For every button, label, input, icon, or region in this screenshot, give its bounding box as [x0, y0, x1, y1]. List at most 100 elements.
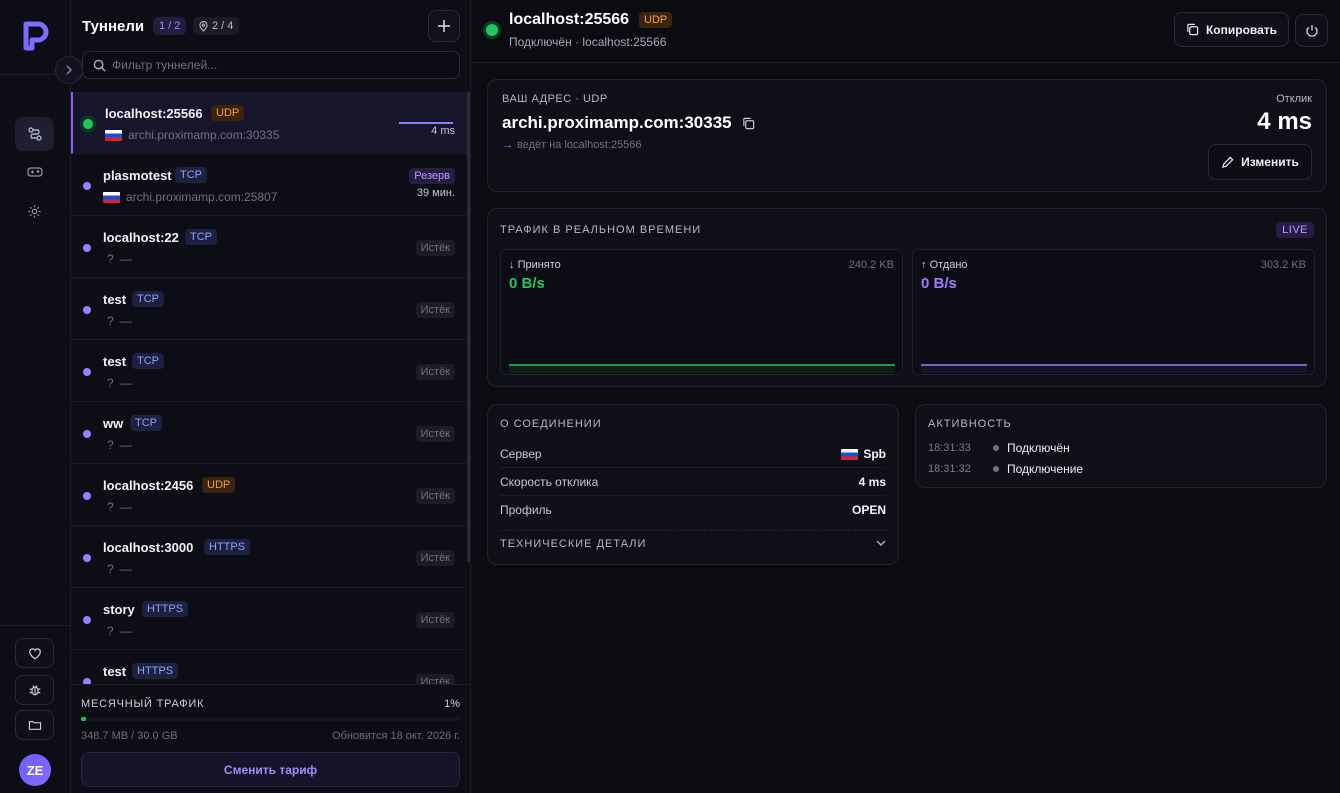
- address-placeholder: —: [119, 314, 132, 328]
- tunnel-row[interactable]: test TCP ? — Истёк: [71, 340, 467, 402]
- address-placeholder: —: [119, 562, 132, 576]
- change-plan-button[interactable]: Сменить тариф: [81, 752, 460, 787]
- tunnel-row[interactable]: ww TCP ? — Истёк: [71, 402, 467, 464]
- expired-badge: Истёк: [415, 426, 455, 442]
- tunnel-row[interactable]: story HTTPS ? — Истёк: [71, 588, 467, 650]
- nav-settings-button[interactable]: [15, 194, 54, 228]
- received-label-text: Принято: [517, 259, 561, 271]
- traffic-used: 348.7 MB / 30.0 GB: [81, 730, 178, 742]
- tunnel-row[interactable]: test TCP ? — Истёк: [71, 278, 467, 340]
- tunnel-list-panel: Туннели 1 / 2 2 / 4 localhost:25566 UDP …: [71, 0, 471, 793]
- tunnel-address: ? —: [103, 624, 132, 638]
- tunnel-search[interactable]: [82, 51, 460, 79]
- russia-flag-icon: [105, 129, 122, 141]
- server-value: Spb: [863, 447, 886, 461]
- expired-badge: Истёк: [415, 302, 455, 318]
- chevron-right-icon: [66, 65, 72, 75]
- event-dot: [993, 466, 999, 472]
- detail-subtitle: Подключён · localhost:25566: [509, 35, 667, 49]
- tunnel-search-input[interactable]: [112, 58, 442, 72]
- detail-title: localhost:25566: [509, 11, 630, 28]
- tunnel-detail: localhost:25566 UDP Подключён · localhos…: [471, 0, 1340, 793]
- report-bug-button[interactable]: [15, 675, 54, 705]
- tunnel-rows: localhost:25566 UDP archi.proximamp.com:…: [71, 92, 470, 684]
- tunnel-row[interactable]: localhost:3000 HTTPS ? — Истёк: [71, 526, 467, 588]
- unknown-location: ?: [107, 438, 114, 452]
- arrow-right-icon: →: [502, 139, 513, 151]
- russia-flag-icon: [841, 448, 859, 460]
- received-graph: ↓ Принято 240.2 KB 0 B/s: [500, 249, 903, 375]
- arrow-up-icon: ↑: [921, 259, 930, 271]
- sent-label: ↑ Отдано: [921, 259, 968, 271]
- favorites-button[interactable]: [15, 638, 54, 668]
- copy-icon[interactable]: [742, 117, 755, 130]
- protocol-badge: HTTPS: [132, 663, 179, 679]
- protocol-badge: TCP: [130, 415, 162, 431]
- monthly-traffic: МЕСЯЧНЫЙ ТРАФИК 1% 348.7 MB / 30.0 GB Об…: [71, 684, 470, 793]
- tunnel-row[interactable]: plasmotest TCP archi.proximamp.com:25807…: [71, 154, 467, 216]
- divider: [500, 530, 886, 531]
- live-badge: LIVE: [1276, 222, 1314, 238]
- connection-card: О СОЕДИНЕНИИ Сервер Spb Скорость отклика…: [487, 404, 899, 565]
- open-folder-button[interactable]: [15, 710, 54, 740]
- copy-label: Копировать: [1205, 22, 1278, 37]
- folder-icon: [28, 721, 41, 730]
- unknown-location: ?: [107, 624, 114, 638]
- row-key: Профиль: [500, 503, 552, 517]
- public-address-text[interactable]: archi.proximamp.com:30335: [502, 113, 732, 133]
- row-key: Сервер: [500, 447, 542, 461]
- status-dot: [83, 306, 91, 314]
- arrow-down-icon: ↓: [509, 259, 518, 271]
- nav-tunnels-button[interactable]: [15, 117, 54, 151]
- received-sparkline: [509, 364, 895, 373]
- protocol-badge: TCP: [132, 353, 164, 369]
- row-value: Spb: [841, 447, 886, 461]
- tunnel-name: test: [103, 354, 127, 369]
- tunnel-address: ? —: [103, 376, 132, 390]
- tunnel-row[interactable]: test HTTPS Истёк: [71, 650, 467, 684]
- power-icon: [1305, 24, 1318, 37]
- chevron-down-icon[interactable]: [876, 539, 886, 547]
- location-pin-icon: [199, 20, 208, 32]
- gamepad-icon: [26, 167, 43, 177]
- activity-label: АКТИВНОСТЬ: [928, 418, 1012, 430]
- forward-info: → ведёт на localhost:25566: [502, 139, 642, 151]
- sent-graph: ↑ Отдано 303.2 KB 0 B/s: [912, 249, 1315, 375]
- tunnel-name: localhost:3000: [103, 540, 194, 555]
- status-dot: [83, 430, 91, 438]
- tunnel-row[interactable]: localhost:22 TCP ? — Истёк: [71, 216, 467, 278]
- status-dot: [83, 368, 91, 376]
- sent-label-text: Отдано: [929, 259, 968, 271]
- edit-button[interactable]: Изменить: [1208, 144, 1312, 180]
- collapse-sidebar-button[interactable]: [55, 56, 83, 84]
- connection-row: Профиль OPEN: [500, 496, 886, 524]
- list-scrollbar[interactable]: [467, 92, 470, 562]
- public-address: archi.proximamp.com:30335: [502, 113, 755, 133]
- tunnel-name: story: [103, 602, 135, 617]
- tunnel-row[interactable]: localhost:25566 UDP archi.proximamp.com:…: [71, 92, 467, 154]
- traffic-percent: 1%: [444, 698, 460, 710]
- add-tunnel-button[interactable]: [428, 10, 460, 42]
- protocol-badge: UDP: [639, 12, 673, 28]
- time-remaining: 39 мин.: [416, 187, 455, 199]
- received-total: 240.2 KB: [848, 259, 894, 271]
- disconnect-button[interactable]: [1295, 14, 1328, 47]
- event-time: 18:31:32: [928, 463, 971, 475]
- protocol-badge: TCP: [132, 291, 164, 307]
- expired-badge: Истёк: [415, 364, 455, 380]
- status-dot: [83, 616, 91, 624]
- tunnel-row[interactable]: localhost:2456 UDP ? — Истёк: [71, 464, 467, 526]
- user-avatar[interactable]: ZE: [19, 754, 51, 786]
- nav-games-button[interactable]: [15, 155, 54, 189]
- active-count-text: 1 / 2: [159, 20, 181, 32]
- connection-row: Сервер Spb: [500, 440, 886, 468]
- bug-icon: [29, 685, 40, 696]
- tech-details-toggle[interactable]: ТЕХНИЧЕСКИЕ ДЕТАЛИ: [500, 538, 646, 550]
- event-dot: [993, 445, 999, 451]
- status-dot: [83, 244, 91, 252]
- received-rate: 0 B/s: [509, 275, 545, 292]
- copy-button[interactable]: Копировать: [1174, 12, 1289, 47]
- expired-badge: Истёк: [415, 488, 455, 504]
- edit-label: Изменить: [1241, 155, 1299, 169]
- tunnel-address: ? —: [103, 500, 132, 514]
